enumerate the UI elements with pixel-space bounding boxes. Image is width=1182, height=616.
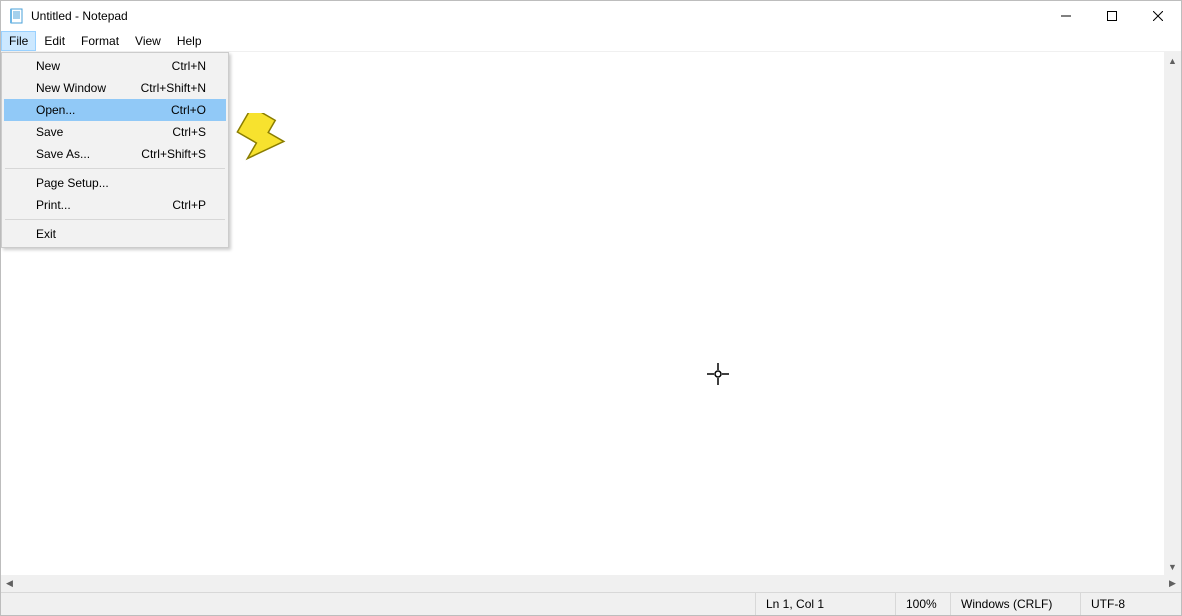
file-menu-print-shortcut: Ctrl+P bbox=[172, 198, 206, 212]
notepad-window: Untitled - Notepad File Edit Format View… bbox=[0, 0, 1182, 616]
file-menu-save-as-shortcut: Ctrl+Shift+S bbox=[141, 147, 206, 161]
file-menu-open-label: Open... bbox=[36, 103, 171, 117]
file-menu-print[interactable]: Print... Ctrl+P bbox=[4, 194, 226, 216]
title-bar: Untitled - Notepad bbox=[1, 1, 1181, 31]
menu-separator bbox=[5, 168, 225, 169]
menu-separator bbox=[5, 219, 225, 220]
status-encoding: UTF-8 bbox=[1081, 593, 1181, 615]
file-menu-new[interactable]: New Ctrl+N bbox=[4, 55, 226, 77]
file-menu-save-as[interactable]: Save As... Ctrl+Shift+S bbox=[4, 143, 226, 165]
menu-view[interactable]: View bbox=[127, 31, 169, 51]
scroll-right-icon[interactable]: ▶ bbox=[1164, 575, 1181, 592]
file-menu-open-shortcut: Ctrl+O bbox=[171, 103, 206, 117]
menu-view-label: View bbox=[135, 34, 161, 48]
file-menu-exit[interactable]: Exit bbox=[4, 223, 226, 245]
file-menu-new-shortcut: Ctrl+N bbox=[172, 59, 206, 73]
file-menu-new-label: New bbox=[36, 59, 172, 73]
menu-edit-label: Edit bbox=[44, 34, 65, 48]
menu-format[interactable]: Format bbox=[73, 31, 127, 51]
status-zoom-text: 100% bbox=[906, 597, 937, 611]
window-title: Untitled - Notepad bbox=[31, 9, 128, 23]
file-menu-save-label: Save bbox=[36, 125, 172, 139]
status-line-ending: Windows (CRLF) bbox=[951, 593, 1081, 615]
horizontal-scrollbar[interactable]: ◀ ▶ bbox=[1, 575, 1181, 592]
status-encoding-text: UTF-8 bbox=[1091, 597, 1125, 611]
file-menu-new-window-label: New Window bbox=[36, 81, 141, 95]
file-menu-new-window-shortcut: Ctrl+Shift+N bbox=[141, 81, 206, 95]
file-menu-page-setup-label: Page Setup... bbox=[36, 176, 206, 190]
file-menu-dropdown: New Ctrl+N New Window Ctrl+Shift+N Open.… bbox=[1, 52, 229, 248]
scroll-down-icon[interactable]: ▼ bbox=[1164, 558, 1181, 575]
menu-bar: File Edit Format View Help bbox=[1, 31, 1181, 52]
status-bar: Ln 1, Col 1 100% Windows (CRLF) UTF-8 bbox=[1, 592, 1181, 615]
menu-format-label: Format bbox=[81, 34, 119, 48]
file-menu-page-setup[interactable]: Page Setup... bbox=[4, 172, 226, 194]
file-menu-save[interactable]: Save Ctrl+S bbox=[4, 121, 226, 143]
file-menu-print-label: Print... bbox=[36, 198, 172, 212]
file-menu-new-window[interactable]: New Window Ctrl+Shift+N bbox=[4, 77, 226, 99]
minimize-button[interactable] bbox=[1043, 1, 1089, 31]
status-position-text: Ln 1, Col 1 bbox=[766, 597, 824, 611]
file-menu-save-shortcut: Ctrl+S bbox=[172, 125, 206, 139]
close-button[interactable] bbox=[1135, 1, 1181, 31]
status-line-ending-text: Windows (CRLF) bbox=[961, 597, 1052, 611]
notepad-icon bbox=[9, 8, 25, 24]
vertical-scrollbar[interactable]: ▲ ▼ bbox=[1164, 52, 1181, 575]
scroll-up-icon[interactable]: ▲ bbox=[1164, 52, 1181, 69]
status-position: Ln 1, Col 1 bbox=[756, 593, 896, 615]
menu-help-label: Help bbox=[177, 34, 202, 48]
menu-file[interactable]: File bbox=[1, 31, 36, 51]
status-zoom: 100% bbox=[896, 593, 951, 615]
file-menu-open[interactable]: Open... Ctrl+O bbox=[4, 99, 226, 121]
maximize-button[interactable] bbox=[1089, 1, 1135, 31]
file-menu-exit-label: Exit bbox=[36, 227, 206, 241]
menu-edit[interactable]: Edit bbox=[36, 31, 73, 51]
status-spacer bbox=[1, 593, 756, 615]
file-menu-save-as-label: Save As... bbox=[36, 147, 141, 161]
menu-help[interactable]: Help bbox=[169, 31, 210, 51]
menu-file-label: File bbox=[9, 34, 28, 48]
scroll-left-icon[interactable]: ◀ bbox=[1, 575, 18, 592]
